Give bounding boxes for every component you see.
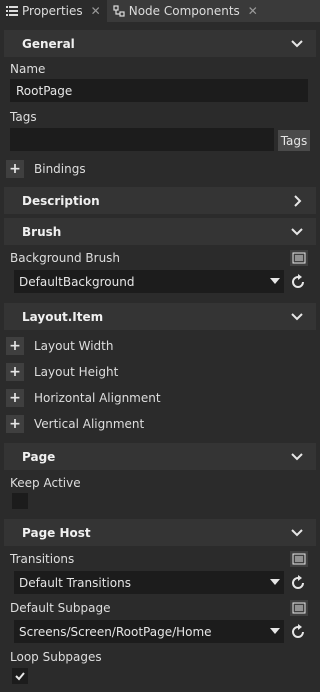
default-subpage-label: Default Subpage [10, 601, 111, 615]
list-icon [6, 5, 18, 17]
section-layout-item[interactable]: Layout.Item [4, 303, 316, 330]
plus-icon[interactable]: + [6, 389, 24, 407]
plus-icon[interactable]: + [6, 415, 24, 433]
background-brush-label: Background Brush [10, 251, 121, 265]
horizontal-alignment-row[interactable]: + Horizontal Alignment [6, 388, 161, 408]
vertical-alignment-label: Vertical Alignment [34, 417, 145, 431]
keep-active-label: Keep Active [10, 476, 81, 490]
chevron-down-icon [291, 313, 303, 321]
background-brush-value: DefaultBackground [19, 274, 135, 289]
section-page-title: Page [22, 449, 56, 464]
horizontal-alignment-label: Horizontal Alignment [34, 391, 161, 405]
section-general[interactable]: General [4, 30, 316, 57]
keep-active-checkbox[interactable] [12, 493, 28, 509]
chevron-down-icon [291, 529, 303, 537]
resource-list-icon[interactable] [290, 551, 308, 567]
tab-bar: Properties ✕ Node Components ✕ [0, 0, 320, 22]
layout-height-label: Layout Height [34, 365, 119, 379]
section-general-title: General [22, 36, 75, 51]
chevron-right-icon [294, 195, 302, 207]
section-page[interactable]: Page [4, 443, 316, 470]
caret-down-icon [270, 278, 280, 284]
loop-subpages-label: Loop Subpages [10, 650, 102, 664]
vertical-alignment-row[interactable]: + Vertical Alignment [6, 414, 144, 434]
components-icon [113, 5, 125, 17]
caret-down-icon [270, 579, 280, 585]
section-page-host-title: Page Host [22, 525, 91, 540]
section-layout-item-title: Layout.Item [22, 309, 104, 324]
transitions-value: Default Transitions [19, 575, 131, 590]
chevron-down-icon [291, 40, 303, 48]
tags-button[interactable]: Tags [278, 130, 310, 151]
plus-icon[interactable]: + [6, 160, 24, 178]
section-description-title: Description [22, 193, 100, 208]
name-input[interactable]: RootPage [10, 79, 308, 102]
plus-icon[interactable]: + [6, 363, 24, 381]
tab-properties[interactable]: Properties ✕ [0, 0, 107, 22]
layout-width-row[interactable]: + Layout Width [6, 336, 113, 356]
loop-subpages-checkbox[interactable] [12, 668, 28, 684]
chevron-down-icon [291, 228, 303, 236]
bindings-row[interactable]: + Bindings [6, 159, 86, 179]
close-icon[interactable]: ✕ [91, 4, 101, 18]
default-subpage-dropdown[interactable]: Screens/Screen/RootPage/Home [14, 620, 284, 643]
tab-properties-label: Properties [22, 4, 83, 18]
plus-icon[interactable]: + [6, 337, 24, 355]
chevron-down-icon [291, 453, 303, 461]
layout-height-row[interactable]: + Layout Height [6, 362, 118, 382]
name-label: Name [10, 62, 46, 76]
tab-node-components[interactable]: Node Components ✕ [107, 0, 264, 22]
refresh-icon[interactable] [290, 274, 306, 290]
caret-down-icon [270, 628, 280, 634]
checkmark-icon [15, 672, 25, 681]
section-description[interactable]: Description [4, 187, 316, 214]
refresh-icon[interactable] [290, 575, 306, 591]
tags-label: Tags [10, 110, 37, 124]
resource-list-icon[interactable] [290, 250, 308, 266]
section-brush-title: Brush [22, 224, 62, 239]
layout-width-label: Layout Width [34, 339, 114, 353]
section-brush[interactable]: Brush [4, 218, 316, 245]
section-page-host[interactable]: Page Host [4, 519, 316, 546]
refresh-icon[interactable] [290, 624, 306, 640]
tags-input[interactable] [10, 128, 274, 151]
background-brush-dropdown[interactable]: DefaultBackground [14, 270, 284, 293]
transitions-label: Transitions [10, 552, 75, 566]
default-subpage-value: Screens/Screen/RootPage/Home [19, 624, 212, 639]
tab-node-components-label: Node Components [128, 4, 240, 18]
close-icon[interactable]: ✕ [248, 4, 258, 18]
bindings-label: Bindings [34, 162, 86, 176]
transitions-dropdown[interactable]: Default Transitions [14, 571, 284, 594]
resource-list-icon[interactable] [290, 600, 308, 616]
